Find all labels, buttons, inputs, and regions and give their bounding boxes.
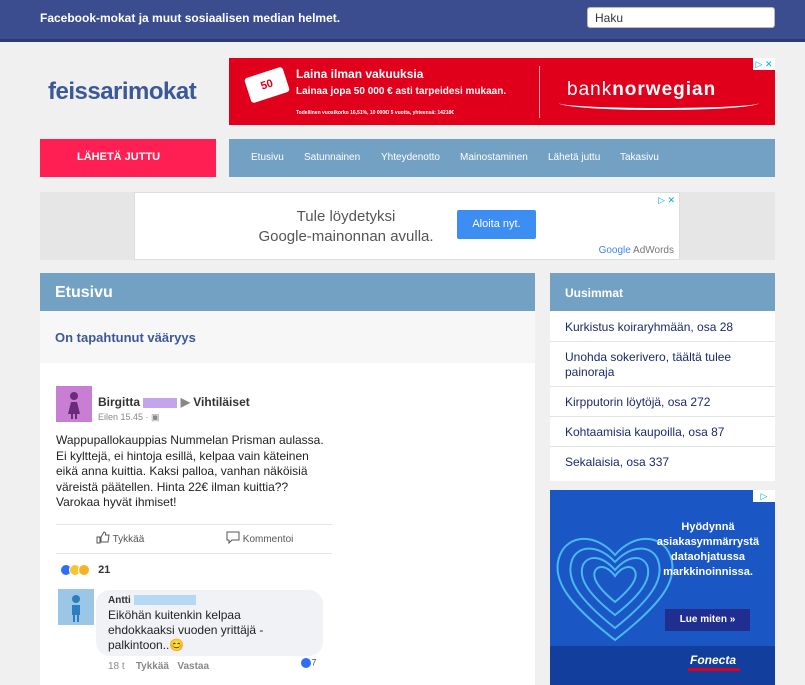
ad-footer <box>550 646 775 685</box>
nav-item-satunnainen[interactable]: Satunnainen <box>304 152 360 163</box>
sidebar-ad-fonecta[interactable]: Hyödynnä asiakasymmärrystä dataohjatussa… <box>550 490 775 685</box>
comment-meta: 18 t Tykkää Vastaa <box>108 661 210 672</box>
nav-item-yhteydenotto[interactable]: Yhteydenotto <box>381 152 440 163</box>
nav-item-takasivu[interactable]: Takasivu <box>620 152 659 163</box>
post-timestamp: Eilen 15.45 · ▣ <box>98 412 160 422</box>
female-avatar-icon <box>56 386 92 422</box>
sidebar-item-sokerivero[interactable]: Unohda sokerivero, täältä tulee painoraj… <box>550 342 775 387</box>
latest-list: Kurkistus koiraryhmään, osa 28 Unohda so… <box>550 312 775 476</box>
post-title[interactable]: On tapahtunut vääryys <box>40 311 535 363</box>
post-author: Birgitta ▶ Vihtiläiset <box>98 395 250 409</box>
ad-choices-icon[interactable]: ▷ ✕ <box>753 58 775 70</box>
google-adwords-logo: Google AdWords <box>598 245 674 256</box>
comment-bubble: Antti Eiköhän kuitenkin kelpaa ehdokkaak… <box>96 590 323 656</box>
ad-text: Hyödynnä asiakasymmärrystä dataohjatussa… <box>656 521 760 578</box>
ad-fine-print: Todellinen vuosikorko 16,51%, 10 000€/ 5… <box>296 110 455 116</box>
nav-item-mainostaminen[interactable]: Mainostaminen <box>460 152 528 163</box>
price-tag-icon: 50 <box>243 66 291 104</box>
ad-subline: Lainaa jopa 50 000 € asti tarpeidesi muk… <box>296 86 507 97</box>
ad-brand-swoosh <box>559 96 759 110</box>
send-story-button[interactable]: LÄHETÄ JUTTU <box>40 139 216 177</box>
ad-divider <box>539 66 540 118</box>
site-logo[interactable]: feissarimokat <box>48 78 197 106</box>
nav-item-laheta-juttu[interactable]: Lähetä juttu <box>548 152 600 163</box>
top-bar: Facebook-mokat ja muut sosiaalisen media… <box>0 0 805 42</box>
banner-ad-bank[interactable]: 50 Laina ilman vakuuksia Lainaa jopa 50 … <box>229 58 775 125</box>
redaction-block <box>143 397 178 408</box>
read-more-button[interactable]: Lue miten » <box>665 609 750 631</box>
like-action: Tykkää <box>96 531 144 545</box>
sidebar-item-sekalaisia[interactable]: Sekalaisia, osa 337 <box>550 447 775 476</box>
comment-like-count: 7 <box>300 657 317 669</box>
post-action-bar: Tykkää Kommentoi <box>56 524 332 554</box>
post-body: Wappupallokauppias Nummelan Prisman aula… <box>56 433 324 509</box>
ad-headline: Laina ilman vakuuksia <box>296 67 424 81</box>
like-reaction-icon <box>300 657 312 669</box>
reaction-summary: 21 <box>60 564 110 577</box>
comment-author: Antti <box>108 595 196 606</box>
thumbs-up-icon <box>96 531 110 544</box>
main-nav: Etusivu Satunnainen Yhteydenotto Mainost… <box>229 139 775 177</box>
comment-text: Eiköhän kuitenkin kelpaa ehdokkaaksi vuo… <box>108 608 264 652</box>
sidebar-item-kirpputori[interactable]: Kirpputorin löytöjä, osa 272 <box>550 387 775 417</box>
wow-reaction-icon <box>78 564 90 577</box>
comment-icon <box>226 531 240 545</box>
redaction-block <box>133 595 196 606</box>
ad-choices-icon[interactable]: ▷ <box>753 490 775 502</box>
sidebar-item-kohtaamisia[interactable]: Kohtaamisia kaupoilla, osa 87 <box>550 417 775 447</box>
banner-ad-google[interactable]: Tule löydetyksi Google-mainonnan avulla. … <box>134 192 680 260</box>
male-avatar-icon <box>58 589 94 625</box>
logo-underline <box>688 668 740 671</box>
nav-item-etusivu[interactable]: Etusivu <box>251 152 284 163</box>
sidebar-header: Uusimmat <box>550 273 775 311</box>
google-ad-text: Tule löydetyksi Google-mainonnan avulla. <box>258 208 434 245</box>
main-section-header: Etusivu <box>40 273 535 311</box>
search-input[interactable] <box>587 7 775 28</box>
google-ad-cta-button[interactable]: Aloita nyt. <box>457 210 536 239</box>
ad-choices-icon[interactable]: ▷ ✕ <box>658 195 675 206</box>
sidebar-item-koiraryhma[interactable]: Kurkistus koiraryhmään, osa 28 <box>550 312 775 342</box>
site-tagline: Facebook-mokat ja muut sosiaalisen media… <box>40 11 341 25</box>
comment-action: Kommentoi <box>226 531 293 545</box>
fonecta-logo: Fonecta <box>690 653 737 667</box>
